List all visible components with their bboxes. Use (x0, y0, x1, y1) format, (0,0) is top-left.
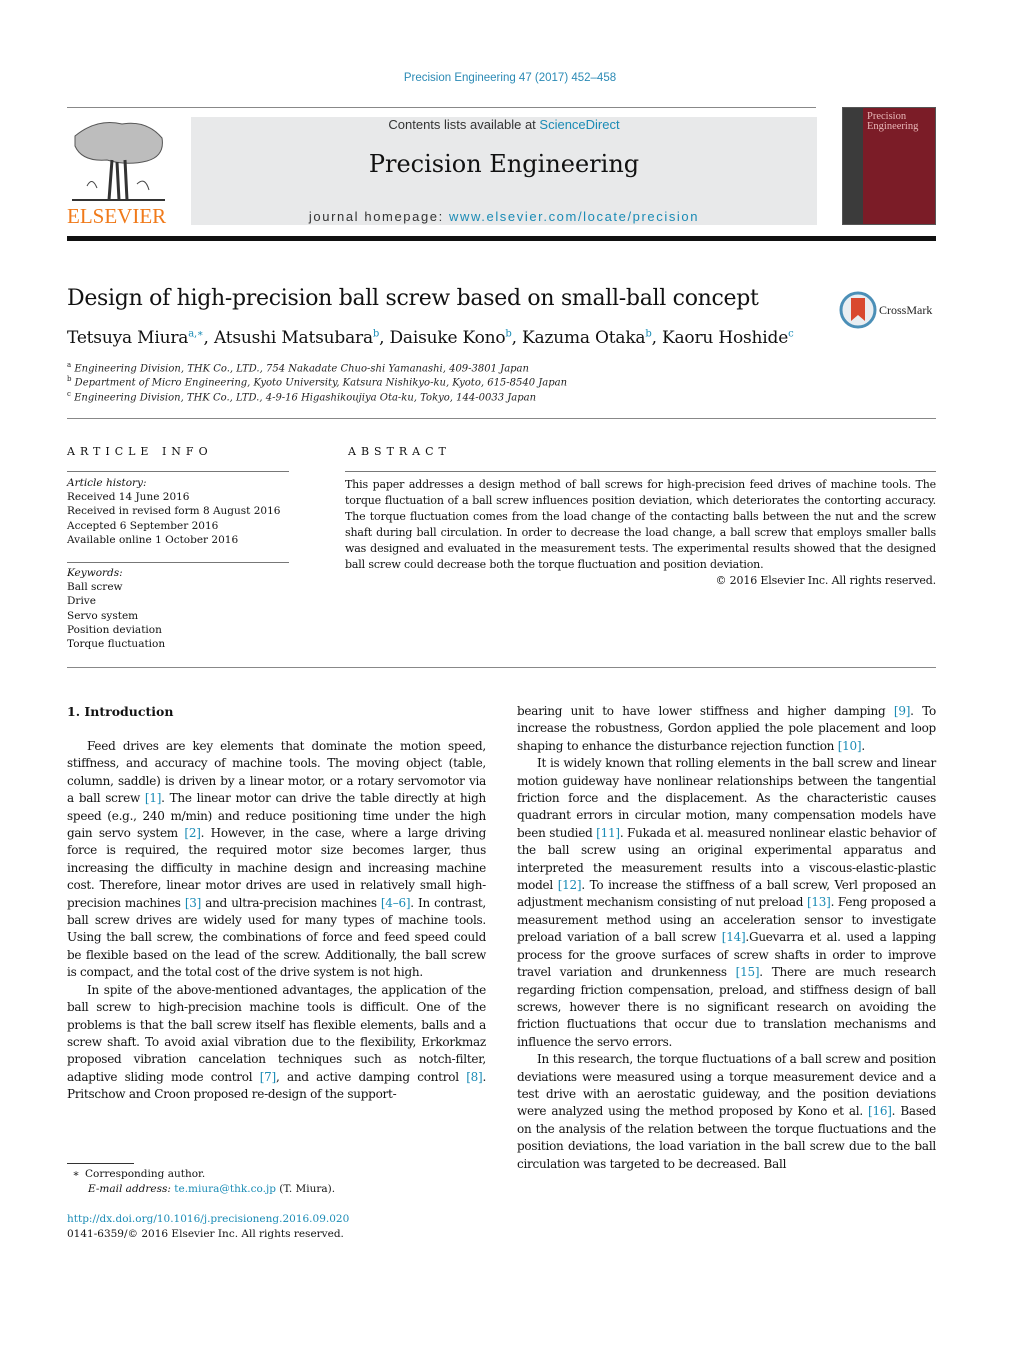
author[interactable]: Atsushi Matsubarab (214, 328, 379, 348)
paragraph-text: , and active damping control (275, 1069, 467, 1084)
body-paragraph: Feed drives are key elements that domina… (67, 738, 486, 982)
article-info-heading: ARTICLE INFO (67, 445, 213, 458)
article-history: Article history: Received 14 June 2016 R… (67, 476, 280, 547)
header-divider (67, 107, 816, 108)
doi-block: http://dx.doi.org/10.1016/j.precisioneng… (67, 1212, 349, 1242)
journal-cover-thumbnail[interactable]: Precision Engineering (842, 107, 936, 225)
citation-link[interactable]: [10] (838, 739, 862, 753)
author[interactable]: Daisuke Konob (390, 328, 512, 348)
history-revised: Received in revised form 8 August 2016 (67, 505, 281, 518)
keywords-label: Keywords: (67, 567, 123, 579)
paragraph-text: and ultra-precision machines (201, 895, 381, 910)
citation-link[interactable]: [2] (184, 826, 201, 840)
abstract-copyright: © 2016 Elsevier Inc. All rights reserved… (715, 574, 936, 587)
divider (67, 471, 289, 472)
journal-reference-link[interactable]: Precision Engineering 47 (2017) 452–458 (0, 72, 1020, 84)
citation-link[interactable]: [4–6] (381, 896, 411, 910)
author-affiliation-marker[interactable]: a,∗ (188, 328, 204, 339)
author[interactable]: Kazuma Otakab (522, 328, 652, 348)
author-list: Tetsuya Miuraa,∗, Atsushi Matsubarab, Da… (67, 328, 794, 348)
body-paragraph: bearing unit to have lower stiffness and… (517, 703, 936, 755)
cover-title-line2: Engineering (867, 121, 919, 132)
abstract: This paper addresses a design method of … (345, 477, 936, 589)
citation-link[interactable]: [16] (868, 1104, 892, 1118)
paragraph-text: In spite of the above-mentioned advantag… (67, 982, 486, 1084)
footnote-mark: ∗ (72, 1168, 80, 1180)
abstract-heading: ABSTRACT (348, 445, 451, 458)
crossmark-button[interactable]: CrossMark (839, 291, 939, 329)
affiliation: b Department of Micro Engineering, Kyoto… (67, 375, 568, 389)
citation-link[interactable]: [14] (722, 930, 746, 944)
journal-homepage-link[interactable]: www.elsevier.com/locate/precision (449, 209, 699, 224)
journal-title: Precision Engineering (368, 150, 640, 178)
author-affiliation-marker[interactable]: b (373, 328, 379, 339)
paragraph-text: bearing unit to have lower stiffness and… (517, 704, 894, 718)
issn-copyright: 0141-6359/© 2016 Elsevier Inc. All right… (67, 1228, 344, 1240)
email-label: E-mail address: (88, 1183, 171, 1195)
citation-link[interactable]: [12] (558, 878, 582, 892)
doi-link[interactable]: http://dx.doi.org/10.1016/j.precisioneng… (67, 1213, 349, 1225)
corresponding-author-note: Corresponding author. (85, 1168, 206, 1180)
keyword: Ball screw (67, 581, 123, 594)
keyword: Servo system (67, 609, 139, 622)
citation-link[interactable]: [7] (260, 1070, 277, 1084)
journal-homepage-line: journal homepage: www.elsevier.com/locat… (191, 209, 817, 224)
header-thick-divider (67, 236, 936, 241)
email-link[interactable]: te.miura@thk.co.jp (174, 1183, 276, 1195)
section-heading: 1. Introduction (67, 704, 174, 719)
homepage-prefix: journal homepage: (308, 209, 450, 224)
footnote-divider (67, 1163, 134, 1164)
keyword: Torque fluctuation (67, 638, 166, 651)
history-online: Available online 1 October 2016 (67, 533, 239, 546)
author[interactable]: Kaoru Hoshidec (662, 328, 794, 348)
author-affiliation-marker[interactable]: b (645, 328, 651, 339)
affiliation: a Engineering Division, THK Co., LTD., 7… (67, 361, 529, 375)
citation-link[interactable]: [11] (596, 826, 620, 840)
citation-link[interactable]: [9] (894, 704, 911, 718)
author[interactable]: Tetsuya Miuraa,∗ (67, 328, 204, 348)
affiliation: c Engineering Division, THK Co., LTD., 4… (67, 390, 537, 404)
divider (67, 418, 936, 419)
sciencedirect-link[interactable]: ScienceDirect (539, 117, 619, 132)
email-suffix: (T. Miura). (275, 1183, 336, 1195)
author-affiliation-marker[interactable]: c (788, 328, 794, 339)
crossmark-icon (839, 291, 877, 329)
contents-prefix: Contents lists available at (388, 117, 540, 132)
history-accepted: Accepted 6 September 2016 (67, 519, 219, 532)
body-paragraph: It is widely known that rolling elements… (517, 755, 936, 1051)
keyword: Position deviation (67, 623, 162, 636)
divider (67, 562, 289, 563)
citation-link[interactable]: [3] (185, 896, 202, 910)
citation-link[interactable]: [13] (807, 895, 831, 909)
keywords: Keywords: Ball screw Drive Servo system … (67, 566, 165, 651)
keyword: Drive (67, 595, 96, 608)
contents-line: Contents lists available at ScienceDirec… (191, 117, 817, 132)
article-title: Design of high-precision ball screw base… (67, 286, 759, 311)
body-paragraph: In this research, the torque fluctuation… (517, 1051, 936, 1173)
citation-link[interactable]: [15] (736, 965, 760, 979)
divider (345, 471, 936, 472)
footnote: ∗ Corresponding author. E-mail address: t… (67, 1167, 335, 1197)
divider (67, 667, 936, 668)
cover-side-strip (843, 108, 863, 224)
cover-title: Precision Engineering (867, 111, 919, 132)
author-affiliation-marker[interactable]: b (505, 328, 511, 339)
history-label: Article history: (67, 477, 147, 489)
body-paragraph: In spite of the above-mentioned advantag… (67, 982, 486, 1104)
crossmark-label: CrossMark (879, 303, 933, 317)
abstract-text: This paper addresses a design method of … (345, 478, 936, 571)
citation-link[interactable]: [8] (466, 1070, 483, 1084)
body-column-right: bearing unit to have lower stiffness and… (517, 703, 936, 1173)
history-received: Received 14 June 2016 (67, 491, 190, 504)
body-column-left: Feed drives are key elements that domina… (67, 738, 486, 1104)
citation-link[interactable]: [1] (145, 791, 162, 805)
elsevier-wordmark: ELSEVIER (67, 204, 167, 228)
paragraph-text: . (861, 738, 865, 753)
